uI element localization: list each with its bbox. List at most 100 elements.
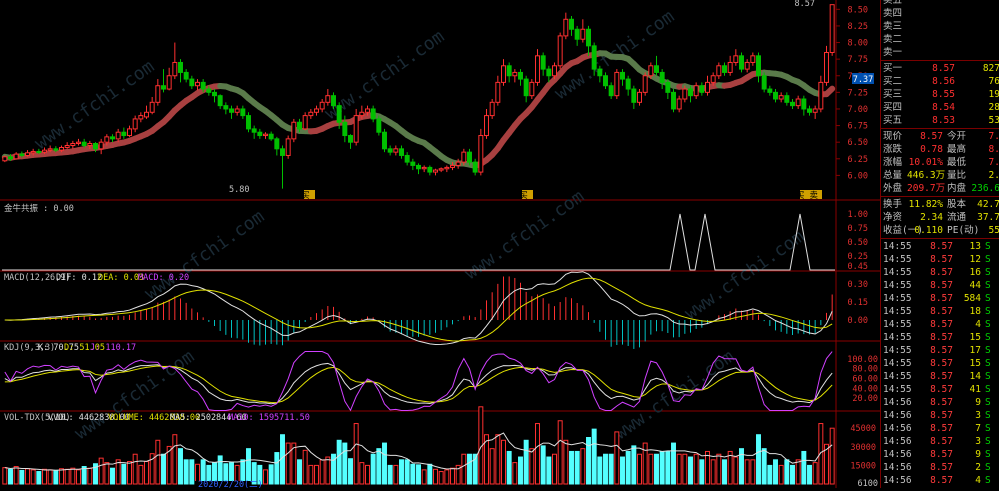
candle-body[interactable] [757,56,761,76]
candle-body[interactable] [768,89,772,92]
volume-bar[interactable] [564,440,568,484]
candle-body[interactable] [683,89,687,99]
candle-body[interactable] [252,129,256,132]
volume-bar[interactable] [519,457,523,484]
volume-bar[interactable] [575,451,579,484]
volume-bar[interactable] [377,449,381,484]
volume-bar[interactable] [122,464,126,484]
candle-body[interactable] [825,53,829,83]
volume-bar[interactable] [60,469,64,484]
candle-body[interactable] [31,151,35,152]
candle-body[interactable] [9,157,13,159]
candle-body[interactable] [167,76,171,89]
volume-bar[interactable] [558,421,562,484]
candle-body[interactable] [343,122,347,135]
volume-bar[interactable] [298,460,302,484]
candle-body[interactable] [230,109,234,112]
candle-body[interactable] [116,132,120,139]
volume-bar[interactable] [638,454,642,484]
candle-body[interactable] [207,89,211,92]
candle-body[interactable] [745,62,749,69]
volume-bar[interactable] [88,468,92,484]
candle-body[interactable] [111,137,115,139]
candle-body[interactable] [513,72,517,75]
volume-bar[interactable] [14,467,18,484]
candle-body[interactable] [592,46,596,69]
volume-bar[interactable] [247,449,251,484]
candle-body[interactable] [71,144,75,146]
volume-bar[interactable] [9,469,13,484]
volume-bar[interactable] [99,458,103,484]
candle-body[interactable] [751,56,755,63]
volume-bar[interactable] [360,463,364,484]
candle-body[interactable] [150,102,154,112]
volume-bar[interactable] [371,454,375,484]
candle-body[interactable] [65,146,69,148]
candle-body[interactable] [184,72,188,79]
volume-bar[interactable] [388,465,392,484]
candle-body[interactable] [604,76,608,86]
volume-bar[interactable] [451,468,455,484]
volume-bar[interactable] [706,451,710,484]
candle-body[interactable] [700,86,704,93]
volume-bar[interactable] [156,440,160,484]
volume-bar[interactable] [694,454,698,484]
candle-body[interactable] [717,66,721,76]
volume-bar[interactable] [541,446,545,484]
volume-bar[interactable] [133,454,137,484]
candle-body[interactable] [740,56,744,69]
volume-bar[interactable] [20,470,24,484]
volume-bar[interactable] [264,470,268,484]
volume-bar[interactable] [700,460,704,484]
volume-bar[interactable] [173,435,177,484]
volume-bar[interactable] [547,457,551,484]
candle-body[interactable] [315,109,319,112]
volume-bar[interactable] [626,451,630,484]
candle-body[interactable] [366,109,370,112]
candle-body[interactable] [417,165,421,168]
candle-body[interactable] [77,142,81,143]
volume-bar[interactable] [37,472,41,484]
volume-bar[interactable] [666,451,670,484]
volume-bar[interactable] [145,461,149,484]
volume-bar[interactable] [785,460,789,484]
candle-body[interactable] [723,66,727,73]
volume-bar[interactable] [734,457,738,484]
candle-body[interactable] [320,102,324,109]
volume-bar[interactable] [26,469,30,484]
volume-bar[interactable] [649,454,653,484]
volume-bar[interactable] [184,460,188,484]
volume-bar[interactable] [677,454,681,484]
volume-bar[interactable] [315,465,319,484]
volume-bar[interactable] [320,460,324,484]
volume-bar[interactable] [275,453,279,484]
candle-body[interactable] [133,119,137,129]
volume-bar[interactable] [592,429,596,484]
candle-body[interactable] [519,72,523,79]
candle-body[interactable] [400,149,404,156]
candle-body[interactable] [598,69,602,76]
candle-body[interactable] [54,149,58,150]
candle-body[interactable] [388,149,392,152]
candle-body[interactable] [26,153,30,156]
volume-bar[interactable] [366,465,370,484]
candle-body[interactable] [14,154,18,159]
volume-bar[interactable] [428,464,432,484]
volume-bar[interactable] [394,465,398,484]
volume-bar[interactable] [71,468,75,484]
candle-body[interactable] [570,19,574,29]
volume-bar[interactable] [802,451,806,484]
candle-body[interactable] [672,92,676,109]
candle-body[interactable] [218,96,222,106]
volume-bar[interactable] [445,470,449,484]
candle-body[interactable] [94,144,98,149]
candle-body[interactable] [377,119,381,132]
candle-body[interactable] [541,56,545,69]
volume-bar[interactable] [728,451,732,484]
candle-body[interactable] [235,109,239,112]
volume-bar[interactable] [581,449,585,484]
volume-bar[interactable] [139,465,143,484]
volume-bar[interactable] [513,463,517,484]
volume-bar[interactable] [757,435,761,484]
candle-body[interactable] [298,122,302,129]
